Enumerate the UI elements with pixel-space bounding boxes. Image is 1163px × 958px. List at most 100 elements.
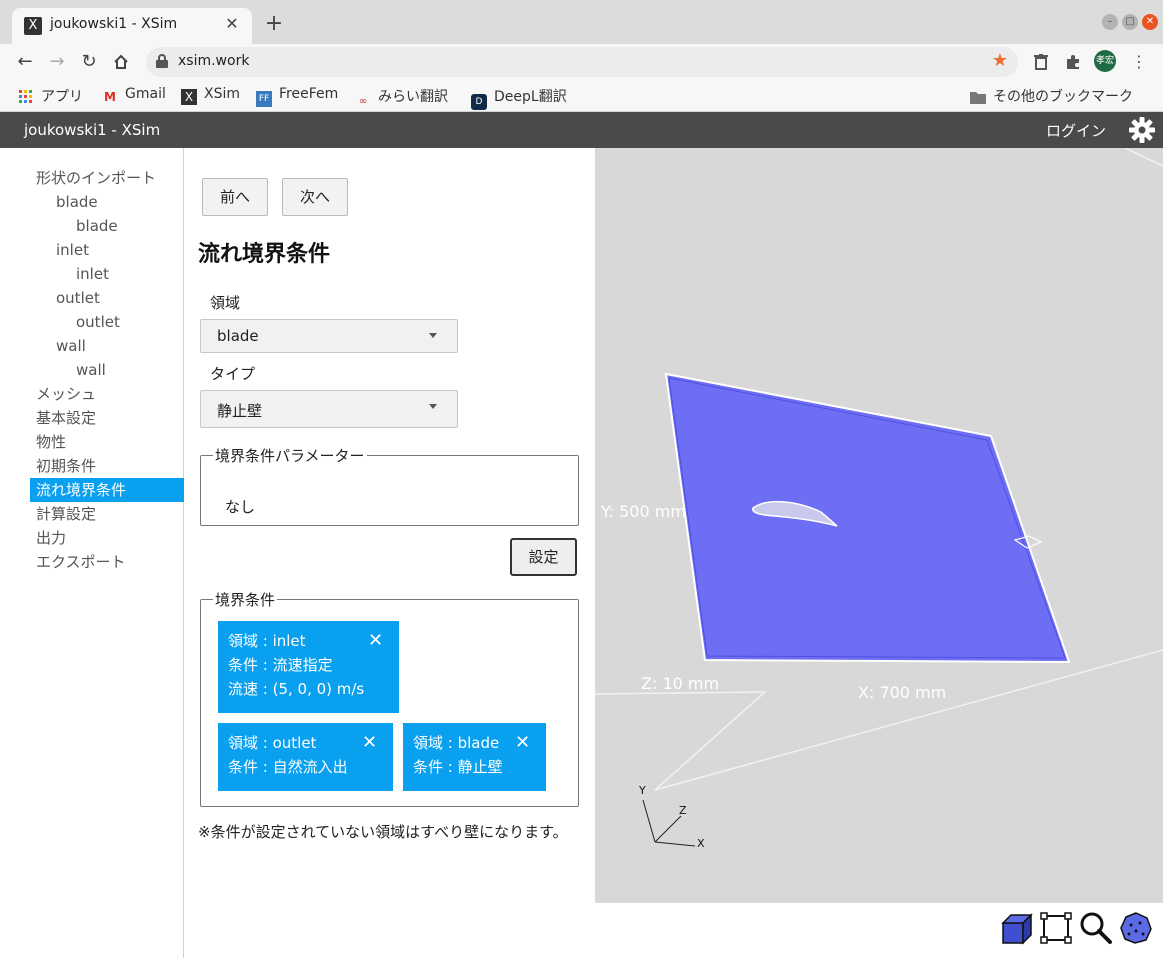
browser-tab[interactable]: X joukowski1 - XSim ✕ <box>12 8 252 44</box>
close-window-icon[interactable]: ✕ <box>1142 14 1158 30</box>
reload-icon[interactable]: ↻ <box>76 49 102 75</box>
close-tab-icon[interactable]: ✕ <box>222 14 242 33</box>
bookmark-freefem[interactable]: FF FreeFem <box>256 86 338 107</box>
browser-toolbar: ← → ↻ xsim.work ★ 孝宏 ⋮ <box>0 44 1163 80</box>
params-legend: 境界条件パラメーター <box>215 447 365 465</box>
lock-icon <box>156 54 168 68</box>
sidebar-item-shape-import[interactable]: 形状のインポート <box>30 166 184 190</box>
xsim-icon: X <box>181 89 197 105</box>
close-icon[interactable]: ✕ <box>368 629 383 653</box>
sidebar-item-inlet-sub[interactable]: inlet <box>70 262 184 286</box>
sidebar-item-blade[interactable]: blade <box>50 190 184 214</box>
axis-z-label: Z <box>679 804 687 817</box>
back-arrow-icon[interactable]: ← <box>12 49 38 75</box>
address-bar[interactable]: xsim.work ★ <box>146 47 1018 77</box>
trash-extension-icon[interactable] <box>1030 51 1052 73</box>
region-select[interactable]: blade <box>200 319 458 353</box>
sidebar-item-export[interactable]: エクスポート <box>30 550 184 574</box>
deepl-icon: D <box>471 94 487 110</box>
minimize-window-icon[interactable]: – <box>1102 14 1118 30</box>
bbox-edge <box>595 649 1163 791</box>
gmail-icon: M <box>104 90 116 104</box>
axes-gizmo <box>642 799 696 847</box>
zoom-icon[interactable] <box>1079 911 1113 945</box>
bookmark-label: Gmail <box>125 86 166 102</box>
profile-avatar[interactable]: 孝宏 <box>1094 50 1116 72</box>
bbox-edge <box>1124 148 1163 167</box>
page-title: 流れ境界条件 <box>198 242 331 267</box>
extensions-puzzle-icon[interactable] <box>1062 51 1084 73</box>
tab-title: joukowski1 - XSim <box>50 16 178 32</box>
mirai-icon: ∞ <box>358 96 368 107</box>
type-select[interactable]: 静止壁 <box>200 390 458 428</box>
region-select-value: blade <box>217 327 259 345</box>
mesh-view-icon[interactable] <box>1119 911 1153 945</box>
sidebar-item-wall-sub[interactable]: wall <box>70 358 184 382</box>
bookmark-gmail[interactable]: M Gmail <box>102 86 166 105</box>
solid-view-icon[interactable] <box>999 911 1033 945</box>
bookmark-label: FreeFem <box>279 86 339 102</box>
bookmark-mirai[interactable]: ∞ みらい翻訳 <box>355 86 448 110</box>
prev-button[interactable]: 前へ <box>202 178 268 216</box>
close-icon[interactable]: ✕ <box>515 731 530 755</box>
app-title: joukowski1 - XSim <box>24 121 161 139</box>
axis-x-label: X <box>697 837 705 850</box>
close-icon[interactable]: ✕ <box>362 731 377 755</box>
sidebar-item-outlet-sub[interactable]: outlet <box>70 310 184 334</box>
bookmark-xsim[interactable]: X XSim <box>181 86 240 105</box>
new-tab-button[interactable]: + <box>262 12 286 36</box>
condition-card-inlet[interactable]: 領域 : inlet 条件 : 流速指定 流速 : (5, 0, 0) m/s … <box>218 621 399 713</box>
maximize-window-icon[interactable]: □ <box>1122 14 1138 30</box>
login-link[interactable]: ログイン <box>1046 120 1106 141</box>
sidebar-item-flow-boundary[interactable]: 流れ境界条件 <box>30 478 184 502</box>
bookmark-label: アプリ <box>41 89 83 105</box>
folder-icon <box>970 91 986 107</box>
condition-line: 条件 : 流速指定 <box>228 656 333 674</box>
fit-view-icon[interactable] <box>1039 911 1073 945</box>
type-label: タイプ <box>210 365 256 383</box>
condition-card-outlet[interactable]: 領域 : outlet 条件 : 自然流入出 ✕ <box>218 723 393 791</box>
other-bookmarks[interactable]: その他のブックマーク <box>970 86 1133 107</box>
sidebar-item-calc-settings[interactable]: 計算設定 <box>30 502 184 526</box>
sidebar-item-properties[interactable]: 物性 <box>30 430 184 454</box>
tab-strip: X joukowski1 - XSim ✕ + – □ ✕ <box>0 0 1163 44</box>
bookmark-label: XSim <box>204 86 241 102</box>
sidebar-item-basic-settings[interactable]: 基本設定 <box>30 406 184 430</box>
freefem-icon: FF <box>256 91 272 107</box>
condition-line: 条件 : 自然流入出 <box>228 758 348 776</box>
browser-window: X joukowski1 - XSim ✕ + – □ ✕ ← → ↻ xsim… <box>0 0 1163 958</box>
app-header: joukowski1 - XSim ログイン <box>0 112 1163 148</box>
sidebar-item-wall[interactable]: wall <box>50 334 184 358</box>
gear-icon[interactable] <box>1128 116 1156 144</box>
bookmark-apps[interactable]: アプリ <box>18 86 83 106</box>
sidebar-item-outlet[interactable]: outlet <box>50 286 184 310</box>
sidebar-item-blade-sub[interactable]: blade <box>70 214 184 238</box>
sidebar-item-inlet[interactable]: inlet <box>50 238 184 262</box>
region-label: 領域 <box>210 294 241 312</box>
3d-viewport[interactable]: Y: 500 mm Z: 10 mm X: 700 mm Y Z X <box>595 148 1163 903</box>
bookmark-star-icon[interactable]: ★ <box>992 50 1008 71</box>
main-panel: 前へ 次へ 流れ境界条件 領域 blade タイプ 静止壁 境界条件パラメーター… <box>184 148 595 958</box>
sidebar-item-output[interactable]: 出力 <box>30 526 184 550</box>
conditions-legend: 境界条件 <box>215 591 276 609</box>
browser-menu-icon[interactable]: ⋮ <box>1128 51 1150 73</box>
params-none-text: なし <box>225 498 256 516</box>
x-dimension-label: X: 700 mm <box>858 683 947 702</box>
set-button[interactable]: 設定 <box>510 538 577 576</box>
forward-arrow-icon[interactable]: → <box>44 49 70 75</box>
bookmark-label: DeepL翻訳 <box>494 89 567 105</box>
sidebar: 形状のインポート blade blade inlet inlet outlet … <box>0 148 184 958</box>
next-button[interactable]: 次へ <box>282 178 348 216</box>
home-icon[interactable] <box>108 49 134 75</box>
viewport-toolbar <box>595 903 1163 958</box>
other-bookmarks-label: その他のブックマーク <box>993 89 1133 105</box>
z-dimension-label: Z: 10 mm <box>641 674 720 693</box>
note-text: ※条件が設定されていない領域はすべり壁になります。 <box>198 823 568 841</box>
sidebar-item-initial-conditions[interactable]: 初期条件 <box>30 454 184 478</box>
bookmark-deepl[interactable]: D DeepL翻訳 <box>471 86 567 110</box>
sidebar-item-mesh[interactable]: メッシュ <box>30 382 184 406</box>
condition-card-blade[interactable]: 領域 : blade 条件 : 静止壁 ✕ <box>403 723 546 791</box>
url-text: xsim.work <box>178 53 250 69</box>
axis-y-label: Y <box>639 784 646 797</box>
apps-grid-icon <box>18 90 34 106</box>
